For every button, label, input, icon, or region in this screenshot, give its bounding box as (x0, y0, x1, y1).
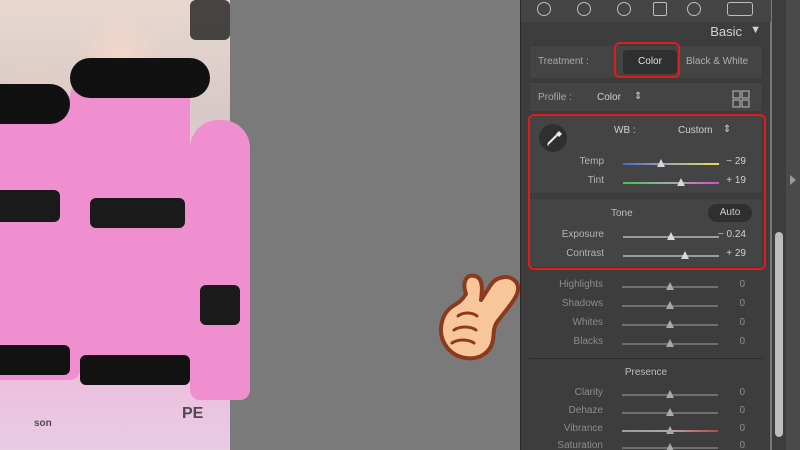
shadows-slider-thumb[interactable] (666, 301, 674, 309)
blacks-slider[interactable] (622, 339, 718, 347)
highlights-value[interactable]: 0 (705, 279, 745, 290)
vibrance-slider-thumb[interactable] (666, 426, 674, 434)
divider (529, 358, 763, 359)
highlight-wb-tone (528, 114, 766, 270)
pink-dress-right (190, 120, 250, 400)
collapse-arrow-icon[interactable]: ▼ (750, 24, 761, 36)
shadows-row: Shadows 0 (529, 295, 763, 315)
profile-label: Profile : (538, 92, 572, 103)
dehaze-label: Dehaze (568, 405, 603, 416)
whites-value[interactable]: 0 (705, 317, 745, 328)
shadows-label: Shadows (561, 298, 603, 309)
blacks-label: Blacks (573, 336, 603, 347)
saturation-value[interactable]: 0 (705, 440, 745, 450)
saturation-slider-thumb[interactable] (666, 443, 674, 450)
pink-dress-left (0, 90, 80, 380)
shadows-slider[interactable] (622, 301, 718, 309)
vibrance-label: Vibrance (563, 423, 603, 434)
vibrance-value[interactable]: 0 (705, 423, 745, 434)
whites-slider-thumb[interactable] (666, 320, 674, 328)
radial-filter-icon[interactable] (687, 2, 701, 16)
clarity-row: Clarity 0 (529, 384, 763, 404)
dehaze-value[interactable]: 0 (705, 405, 745, 416)
black-ruffle-1 (70, 58, 210, 98)
dehaze-slider-thumb[interactable] (666, 408, 674, 416)
clarity-slider-thumb[interactable] (666, 390, 674, 398)
photo-preview: son PE (0, 0, 250, 450)
black-belt-1 (0, 190, 60, 222)
highlights-label: Highlights (559, 279, 603, 290)
highlights-slider[interactable] (622, 282, 718, 290)
graduated-filter-icon[interactable] (653, 2, 667, 16)
presence-section: Presence Clarity 0 Dehaze 0 Vibrance 0 S… (529, 364, 763, 450)
vibrance-slider[interactable] (622, 426, 718, 434)
saturation-label: Saturation (557, 440, 603, 450)
profile-row: Profile : Color ⇕ (529, 82, 763, 112)
blacks-row: Blacks 0 (529, 333, 763, 353)
highlights-row: Highlights 0 (529, 276, 763, 296)
crop-icon[interactable] (537, 2, 551, 16)
adjustment-brush-icon[interactable] (727, 2, 753, 16)
develop-basic-panel: Basic ▼ Treatment : Color Black & White … (520, 0, 771, 450)
black-hem-1 (0, 345, 70, 375)
tone-detail-section: Highlights 0 Shadows 0 Whites 0 Blacks 0 (529, 272, 763, 362)
basic-section-title: Basic (710, 24, 742, 39)
profile-dropdown-arrow-icon[interactable]: ⇕ (634, 91, 642, 102)
photo-logo-text-2: PE (182, 405, 204, 422)
whites-label: Whites (572, 317, 603, 328)
highlight-color-button (614, 42, 680, 78)
dehaze-row: Dehaze 0 (529, 402, 763, 422)
pointing-hand-icon (432, 264, 524, 364)
shadows-value[interactable]: 0 (705, 298, 745, 309)
treatment-label: Treatment : (538, 56, 589, 67)
vibrance-row: Vibrance 0 (529, 420, 763, 440)
tool-strip (521, 0, 771, 22)
photo-logo-text-1: son (34, 418, 52, 429)
profile-dropdown[interactable]: Color (597, 92, 621, 103)
spot-removal-icon[interactable] (577, 2, 591, 16)
clarity-slider[interactable] (622, 390, 718, 398)
expand-right-arrow-icon[interactable] (790, 175, 796, 185)
panel-scrollbar[interactable] (772, 0, 786, 450)
red-eye-icon[interactable] (617, 2, 631, 16)
clarity-value[interactable]: 0 (705, 387, 745, 398)
saturation-slider[interactable] (622, 443, 718, 450)
whites-row: Whites 0 (529, 314, 763, 334)
black-belt-2 (90, 198, 185, 228)
black-belt-3 (200, 285, 240, 325)
blacks-slider-thumb[interactable] (666, 339, 674, 347)
dehaze-slider[interactable] (622, 408, 718, 416)
profile-browser-grid-icon[interactable] (732, 90, 750, 108)
treatment-bw-button[interactable]: Black & White (686, 56, 748, 67)
black-hem-2 (80, 355, 190, 385)
whites-slider[interactable] (622, 320, 718, 328)
panel-scroll-thumb[interactable] (775, 232, 783, 437)
highlights-slider-thumb[interactable] (666, 282, 674, 290)
clarity-label: Clarity (574, 387, 603, 398)
right-panel-edge (786, 0, 800, 450)
saturation-row: Saturation 0 (529, 438, 763, 450)
presence-label: Presence (624, 367, 668, 378)
black-ruffle-2 (0, 84, 70, 124)
tv-logo-strip (190, 0, 230, 40)
blacks-value[interactable]: 0 (705, 336, 745, 347)
